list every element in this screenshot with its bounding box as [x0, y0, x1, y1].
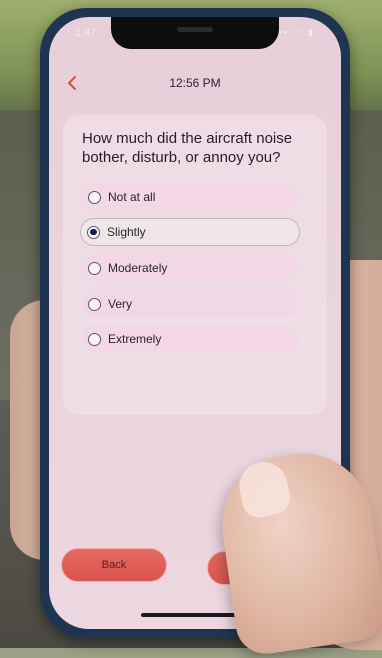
option-label: Moderately [108, 261, 168, 275]
option-label: Not at all [108, 190, 156, 204]
radio-icon[interactable] [88, 261, 101, 275]
home-indicator [141, 613, 249, 617]
radio-icon[interactable] [88, 332, 101, 346]
radio-icon[interactable] [88, 190, 101, 204]
status-bar-icons: ▪▪ ◠ ▮ [278, 27, 315, 37]
option-moderately[interactable]: Moderately [82, 254, 298, 282]
option-label: Extremely [108, 332, 162, 346]
survey-question: How much did the aircraft noise bother, … [82, 130, 293, 166]
back-button[interactable]: Back [61, 548, 167, 582]
speaker-grille [177, 27, 213, 32]
option-slightly[interactable]: Slightly [80, 218, 300, 246]
notch [111, 17, 279, 49]
radio-icon[interactable] [88, 297, 101, 311]
option-very[interactable]: Very [82, 290, 298, 318]
status-bar-time: 1:47 [75, 27, 97, 39]
option-not-at-all[interactable]: Not at all [82, 183, 298, 211]
option-label: Very [108, 297, 133, 311]
option-label: Slightly [107, 225, 146, 239]
option-extremely[interactable]: Extremely [82, 325, 298, 353]
nav-title-time: 12:56 PM [169, 76, 221, 90]
radio-selected-icon[interactable] [87, 225, 100, 239]
